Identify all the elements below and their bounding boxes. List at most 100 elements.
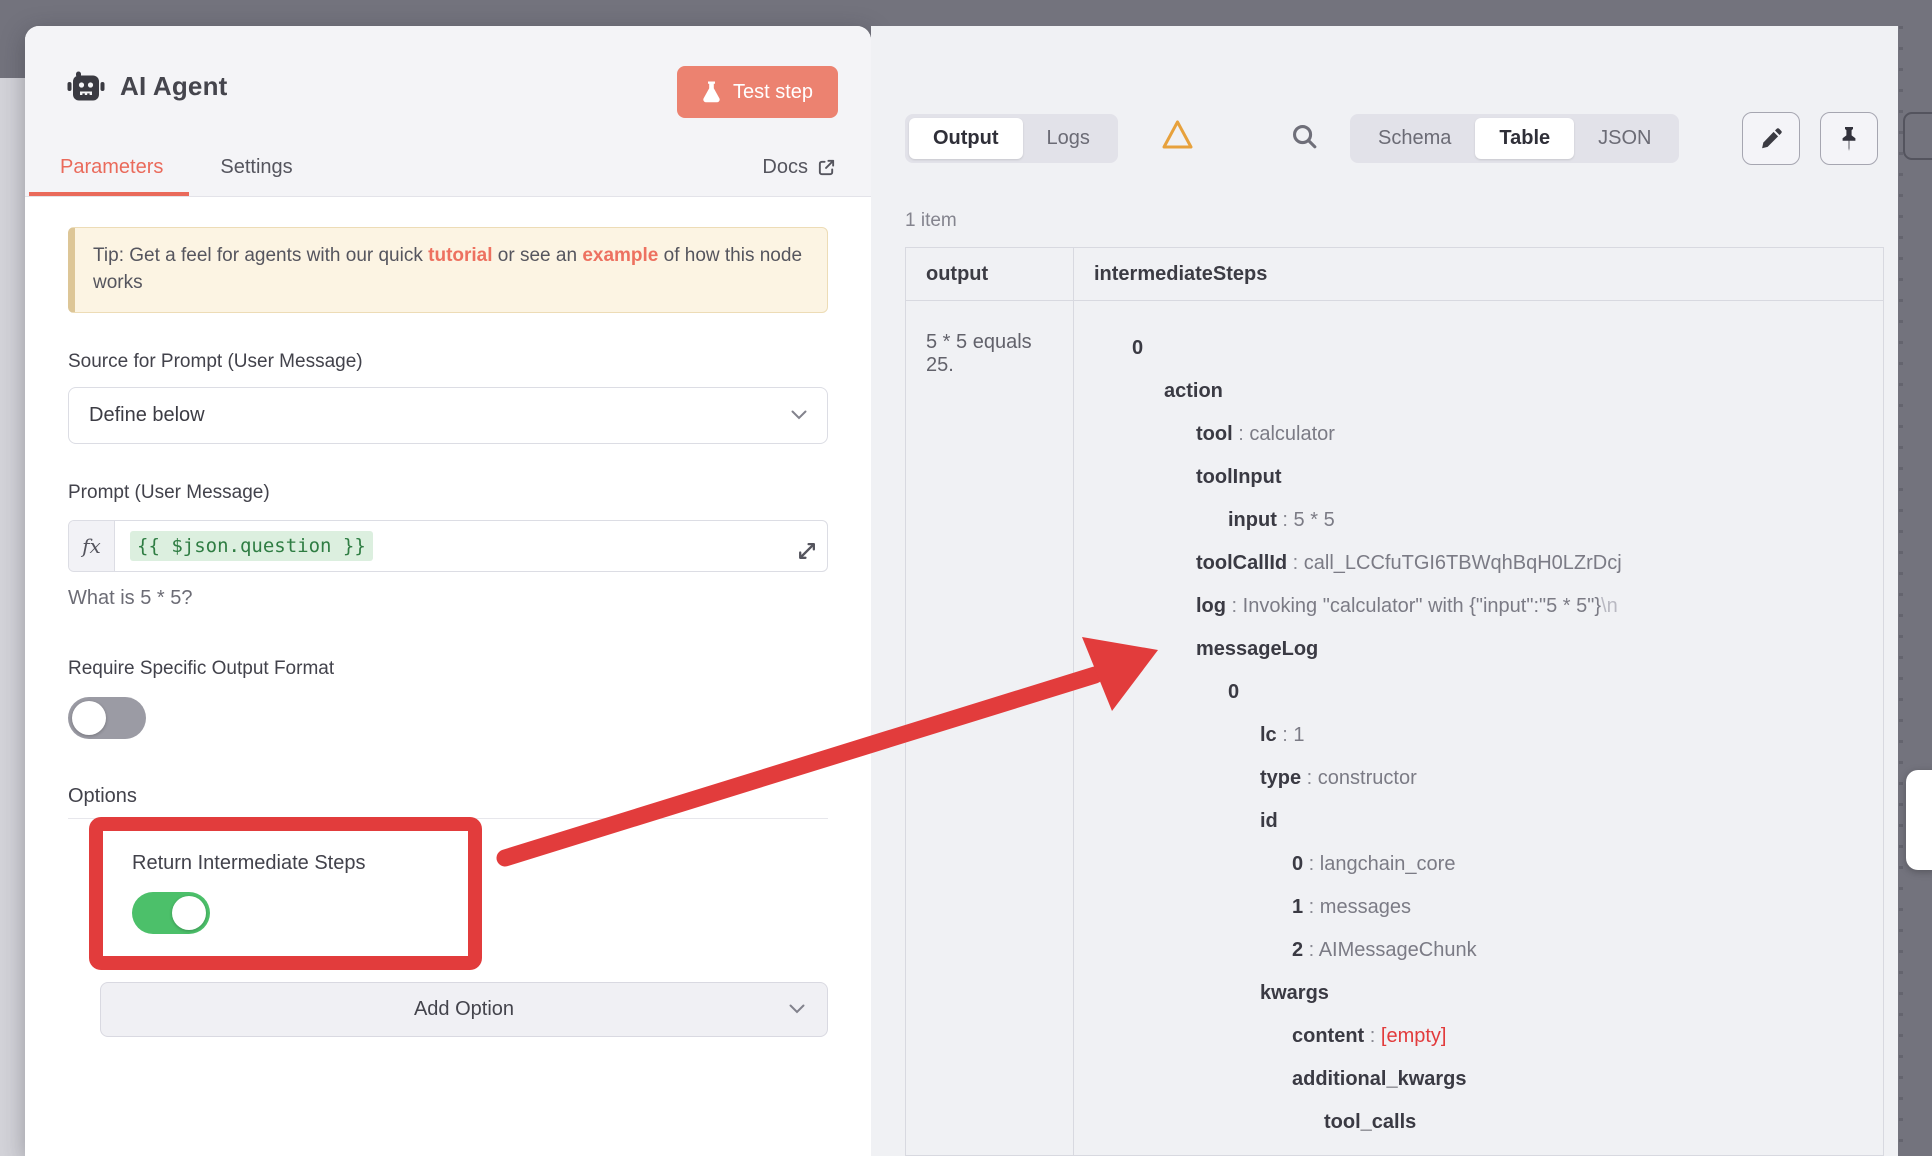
prompt-expression-field[interactable]: fx {{ $json.question }}: [68, 520, 828, 572]
source-prompt-value: Define below: [89, 404, 205, 427]
pin-icon: [1838, 126, 1860, 152]
tab-parameters[interactable]: Parameters: [60, 156, 163, 196]
warning-icon[interactable]: [1160, 118, 1195, 152]
tree-key: type: [1260, 767, 1301, 789]
tree-row[interactable]: messageLog: [1094, 628, 1883, 671]
tutorial-link[interactable]: tutorial: [428, 245, 492, 266]
tip-text: or see an: [493, 245, 583, 266]
tree-row[interactable]: tool_calls: [1094, 1101, 1883, 1144]
tip-callout: Tip: Get a feel for agents with our quic…: [68, 227, 828, 313]
tree-key: 2: [1292, 939, 1303, 961]
tree-key: id: [1260, 810, 1278, 832]
tree-separator: :: [1303, 939, 1319, 961]
external-link-icon: [817, 158, 836, 177]
table-row: 5 * 5 equals 25. 0actiontool : calculato…: [906, 301, 1883, 1155]
toggle-knob: [172, 896, 206, 930]
test-step-button[interactable]: Test step: [677, 66, 838, 118]
tab-schema[interactable]: Schema: [1354, 118, 1475, 159]
expression-preview: What is 5 * 5?: [68, 587, 828, 610]
return-intermediate-steps-toggle[interactable]: [132, 892, 210, 934]
toggle-knob: [72, 701, 106, 735]
tree-separator: :: [1301, 767, 1318, 789]
tree-key: tool_calls: [1324, 1111, 1416, 1133]
schema-table-json-switch: Schema Table JSON: [1350, 114, 1679, 163]
tree-key: tool: [1196, 423, 1233, 445]
docs-label: Docs: [762, 156, 808, 179]
tree-key: kwargs: [1260, 982, 1329, 1004]
output-panel: Output Logs Schema Table JSON: [871, 26, 1898, 1156]
tree-separator: :: [1364, 1025, 1381, 1047]
tree-value: langchain_core: [1320, 853, 1456, 875]
tree-key: 1: [1292, 896, 1303, 918]
options-label: Options: [68, 785, 828, 808]
canvas-node-outline: [1903, 112, 1932, 160]
tree-value: calculator: [1249, 423, 1335, 445]
column-header-output: output: [906, 248, 1074, 300]
tree-row[interactable]: 0 : langchain_core: [1094, 843, 1883, 886]
tree-row[interactable]: content : [empty]: [1094, 1015, 1883, 1058]
tree-row[interactable]: 0: [1094, 327, 1883, 370]
tree-key: additional_kwargs: [1292, 1068, 1467, 1090]
tab-json[interactable]: JSON: [1574, 118, 1675, 159]
example-link[interactable]: example: [582, 245, 658, 266]
return-intermediate-steps-label: Return Intermediate Steps: [132, 852, 468, 875]
tab-output[interactable]: Output: [909, 118, 1023, 159]
tree-value: 5 * 5: [1294, 509, 1335, 531]
docs-link[interactable]: Docs: [762, 156, 836, 196]
tree-row[interactable]: kwargs: [1094, 972, 1883, 1015]
tree-key: toolCallId: [1196, 552, 1287, 574]
test-step-label: Test step: [733, 81, 813, 104]
tree-key: toolInput: [1196, 466, 1282, 488]
parameters-body: Tip: Get a feel for agents with our quic…: [25, 227, 871, 1037]
tree-value: constructor: [1318, 767, 1417, 789]
edit-output-button[interactable]: [1742, 112, 1800, 165]
tab-logs[interactable]: Logs: [1023, 118, 1114, 159]
expression-value[interactable]: {{ $json.question }}: [130, 531, 373, 561]
tree-value: Invoking "calculator" with {"input":"5 *…: [1243, 595, 1601, 617]
tree-row[interactable]: id: [1094, 800, 1883, 843]
tree-row[interactable]: input : 5 * 5: [1094, 499, 1883, 542]
tree-row[interactable]: tool : calculator: [1094, 413, 1883, 456]
table-header: output intermediateSteps: [906, 248, 1883, 301]
chevron-down-icon: [791, 410, 807, 420]
tree-row[interactable]: log : Invoking "calculator" with {"input…: [1094, 585, 1883, 628]
robot-icon: [67, 70, 105, 102]
tree-row[interactable]: action: [1094, 370, 1883, 413]
canvas-dots: [1899, 26, 1903, 1156]
expand-expression-icon[interactable]: [796, 541, 817, 562]
floating-panel-edge: [1906, 770, 1932, 870]
tree-separator: :: [1226, 595, 1243, 617]
source-prompt-label: Source for Prompt (User Message): [68, 351, 828, 373]
pin-data-button[interactable]: [1820, 112, 1878, 165]
tree-key: 0: [1292, 853, 1303, 875]
tree-row[interactable]: toolCallId : call_LCCfuTGI6TBWqhBqH0LZrD…: [1094, 542, 1883, 585]
output-table: output intermediateSteps 5 * 5 equals 25…: [905, 247, 1884, 1156]
items-count: 1 item: [905, 210, 957, 232]
tree-value: 1: [1293, 724, 1304, 746]
tree-row[interactable]: lc : 1: [1094, 714, 1883, 757]
tree-key: 0: [1228, 681, 1239, 703]
canvas-left-panel-edge: [0, 78, 25, 1156]
tab-settings[interactable]: Settings: [220, 156, 292, 196]
node-tabs: Parameters Settings Docs: [25, 156, 871, 196]
prompt-label: Prompt (User Message): [68, 482, 828, 504]
tree-row[interactable]: type : constructor: [1094, 757, 1883, 800]
tree-row[interactable]: toolInput: [1094, 456, 1883, 499]
tree-key: input: [1228, 509, 1277, 531]
require-output-format-toggle[interactable]: [68, 697, 146, 739]
tree-row[interactable]: additional_kwargs: [1094, 1058, 1883, 1101]
tab-table[interactable]: Table: [1475, 118, 1574, 159]
tree-value-suffix: \n: [1601, 595, 1618, 617]
tree-row[interactable]: 2 : AIMessageChunk: [1094, 929, 1883, 972]
tree-value: [empty]: [1381, 1025, 1447, 1047]
search-icon[interactable]: [1289, 121, 1320, 152]
add-option-select[interactable]: Add Option: [100, 982, 828, 1037]
tree-cell: 0actiontool : calculatortoolInputinput :…: [1074, 301, 1883, 1155]
node-header: AI Agent Test step Parameters Settings D…: [25, 26, 871, 197]
tree-value: AIMessageChunk: [1319, 939, 1477, 961]
tree-row[interactable]: 0: [1094, 671, 1883, 714]
add-option-label: Add Option: [414, 998, 514, 1021]
tree-separator: :: [1303, 896, 1320, 918]
source-prompt-select[interactable]: Define below: [68, 387, 828, 444]
tree-row[interactable]: 1 : messages: [1094, 886, 1883, 929]
